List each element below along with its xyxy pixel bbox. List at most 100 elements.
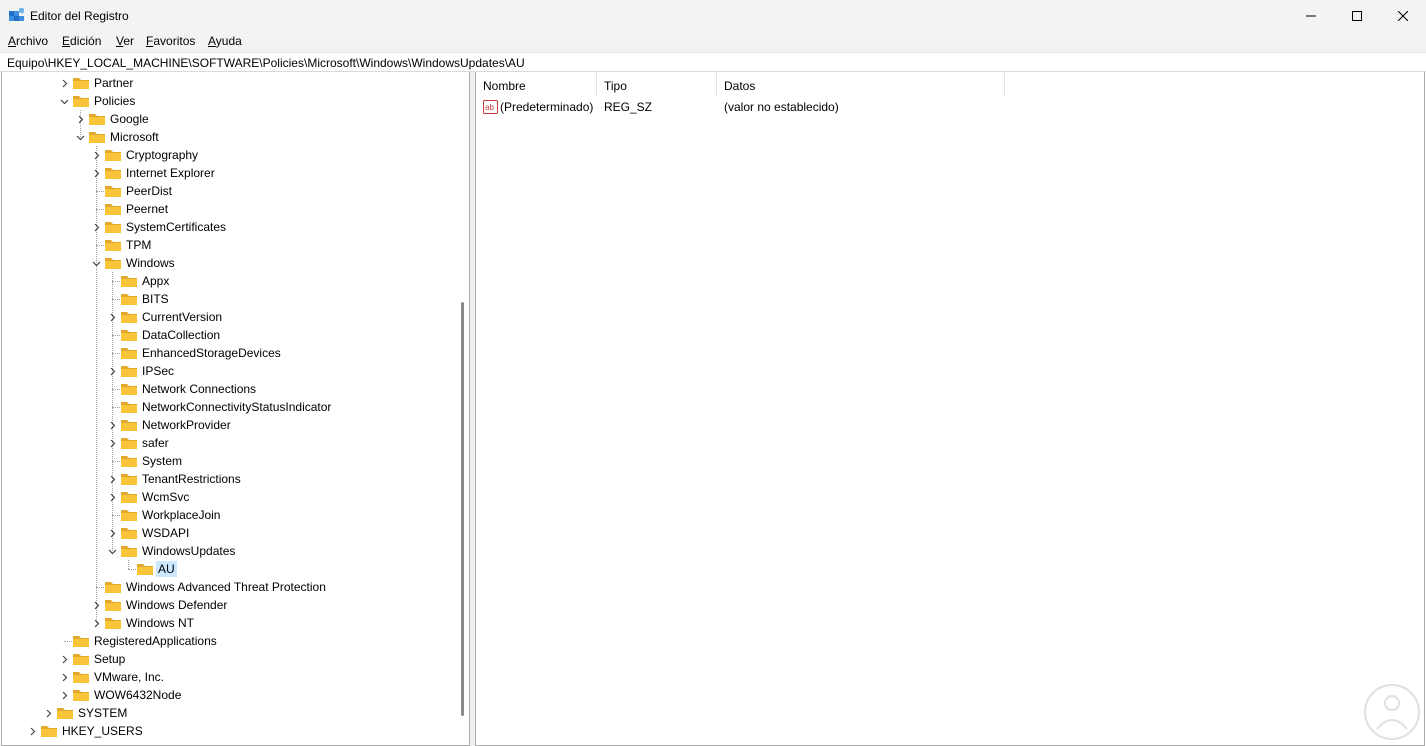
tree-item-label: Windows Defender [126,598,228,612]
folder-icon [105,222,121,233]
tree-item-windows-nt[interactable]: Windows NT [88,614,196,632]
tree-item-datacollection[interactable]: DataCollection [104,326,222,344]
tree-expander[interactable] [104,542,120,560]
tree-expander[interactable] [88,164,104,182]
tree-item-network-connections[interactable]: Network Connections [104,380,258,398]
minimize-button[interactable] [1288,0,1334,32]
tree-item-peernet[interactable]: Peernet [88,200,170,218]
close-button[interactable] [1380,0,1426,32]
tree-expander[interactable] [88,614,104,632]
tree-expander [104,380,120,398]
column-header-nombre[interactable]: Nombre [476,72,597,97]
tree-expander[interactable] [104,488,120,506]
tree-item-safer[interactable]: safer [104,434,171,452]
folder-icon [105,240,121,251]
column-label-nombre: Nombre [483,79,526,93]
maximize-button[interactable] [1334,0,1380,32]
folder-icon [105,582,121,593]
tree-expander[interactable] [56,92,72,110]
tree-item-registeredapplications[interactable]: RegisteredApplications [56,632,219,650]
tree-item-windows[interactable]: Windows [88,254,177,272]
folder-icon [121,366,137,377]
tree-item-bits[interactable]: BITS [104,290,171,308]
tree-expander[interactable] [104,416,120,434]
tree-item-windows-defender[interactable]: Windows Defender [88,596,229,614]
tree-item-microsoft[interactable]: Microsoft [72,128,161,146]
menu-ver[interactable]: Ver [116,34,134,48]
window-title: Editor del Registro [30,9,129,23]
tree-item-workplacejoin[interactable]: WorkplaceJoin [104,506,222,524]
tree-expander[interactable] [56,668,72,686]
tree-item-label: TPM [126,238,152,252]
tree-item-au[interactable]: AU [120,560,177,578]
column-header-tipo[interactable]: Tipo [597,72,717,97]
tree-expander[interactable] [40,704,56,722]
folder-icon [73,78,89,89]
tree-item-wcmsvc[interactable]: WcmSvc [104,488,191,506]
tree-expander[interactable] [88,596,104,614]
menu-edicion[interactable]: Edición [62,34,101,48]
tree-item-networkconnectivitystatusindicator[interactable]: NetworkConnectivityStatusIndicator [104,398,333,416]
tree-item-tenantrestrictions[interactable]: TenantRestrictions [104,470,243,488]
chevron-right-icon [78,115,83,123]
tree-item-internet-explorer[interactable]: Internet Explorer [88,164,217,182]
address-path[interactable]: Equipo\HKEY_LOCAL_MACHINE\SOFTWARE\Polic… [7,56,525,70]
tree-expander[interactable] [24,722,40,740]
tree-expander[interactable] [104,308,120,326]
tree-expander[interactable] [56,686,72,704]
tree-item-policies[interactable]: Policies [56,92,137,110]
chevron-right-icon [46,709,51,717]
tree-item-cryptography[interactable]: Cryptography [88,146,200,164]
menu-archivo[interactable]: Archivo [8,34,48,48]
tree-item-system[interactable]: System [104,452,184,470]
tree-item-hkey-users[interactable]: HKEY_USERS [24,722,145,740]
tree-expander[interactable] [72,110,88,128]
tree-expander[interactable] [56,650,72,668]
menu-ayuda[interactable]: Ayuda [208,34,242,48]
tree-item-networkprovider[interactable]: NetworkProvider [104,416,233,434]
menu-favoritos[interactable]: Favoritos [146,34,195,48]
tree-item-windowsupdates[interactable]: WindowsUpdates [104,542,237,560]
tree-item-wow6432node[interactable]: WOW6432Node [56,686,183,704]
tree-item-label: Cryptography [126,148,199,162]
tree-expander[interactable] [104,470,120,488]
tree-item-tpm[interactable]: TPM [88,236,153,254]
tree-item-setup[interactable]: Setup [56,650,127,668]
value-data: (valor no establecido) [724,100,839,114]
tree-item-appx[interactable]: Appx [104,272,171,290]
tree-item-label: CurrentVersion [142,310,223,324]
tree-item-label: Partner [94,76,134,90]
value-row[interactable]: ab (Predeterminado) REG_SZ (valor no est… [476,98,1416,116]
tree-item-peerdist[interactable]: PeerDist [88,182,174,200]
tree-expander [104,326,120,344]
tree-item-systemcertificates[interactable]: SystemCertificates [88,218,228,236]
address-bar[interactable]: Equipo\HKEY_LOCAL_MACHINE\SOFTWARE\Polic… [0,52,1426,72]
tree-expander[interactable] [104,362,120,380]
tree-item-label: RegisteredApplications [94,634,217,648]
tree-item-system[interactable]: SYSTEM [40,704,129,722]
folder-icon [105,258,121,269]
column-header-datos[interactable]: Datos [717,72,1005,97]
tree-item-partner[interactable]: Partner [56,74,135,92]
tree-item-ipsec[interactable]: IPSec [104,362,176,380]
tree-item-vmware-inc[interactable]: VMware, Inc. [56,668,166,686]
tree-item-enhancedstoragedevices[interactable]: EnhancedStorageDevices [104,344,283,362]
tree-expander[interactable] [88,218,104,236]
tree-expander[interactable] [88,254,104,272]
tree-expander[interactable] [104,524,120,542]
tree-item-wsdapi[interactable]: WSDAPI [104,524,191,542]
tree-item-currentversion[interactable]: CurrentVersion [104,308,224,326]
tree-expander[interactable] [56,74,72,92]
tree-item-google[interactable]: Google [72,110,151,128]
tree-item-label: DataCollection [142,328,221,342]
folder-icon [121,510,137,521]
tree-item-windows-advanced-threat-protection[interactable]: Windows Advanced Threat Protection [88,578,328,596]
tree-expander[interactable] [88,146,104,164]
tree-scrollbar[interactable] [461,302,464,716]
tree-expander[interactable] [72,128,88,146]
folder-icon [73,690,89,701]
registry-tree[interactable]: Partner Policies Google Microsoft Cryptograp… [1,72,470,746]
tree-expander[interactable] [104,434,120,452]
folder-icon [137,564,153,575]
values-list[interactable]: Nombre Tipo Datos ab (Predeterminado) RE… [475,72,1425,746]
